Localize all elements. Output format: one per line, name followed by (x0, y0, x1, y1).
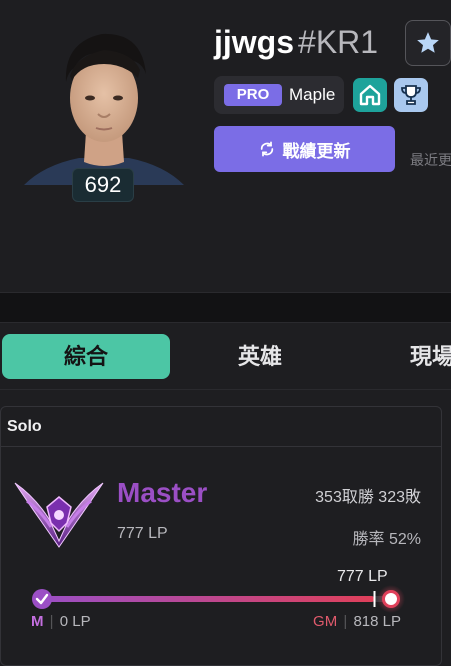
master-emblem-icon (14, 482, 104, 548)
player-photo (24, 33, 184, 185)
summoner-name: jjwgs #KR1 (214, 24, 378, 61)
end-tier: GM (313, 613, 338, 630)
end-lp: 818 LP (353, 613, 401, 630)
solo-rank-card: Solo Master 777 LP 353取勝 323敗 勝率 52% 777… (0, 406, 442, 666)
win-loss-record: 353取勝 323敗 (315, 489, 421, 506)
progress-marker (373, 591, 376, 607)
last-updated-label: 最近更 (410, 152, 451, 168)
star-icon (417, 32, 439, 53)
tier-name: Master (117, 477, 208, 508)
summoner-game-name: jjwgs (214, 24, 295, 60)
progress-start-label: M | 0 LP (31, 613, 91, 630)
house-icon (359, 84, 381, 106)
avatar: 692 (24, 20, 184, 202)
team-button[interactable] (353, 78, 387, 112)
refresh-icon (260, 141, 273, 157)
pro-pill[interactable]: PRO Maple (214, 76, 344, 114)
master-node-icon (32, 589, 52, 609)
start-tier: M (31, 613, 44, 630)
tab-bar: 綜合 英雄 現場 (0, 322, 451, 390)
start-lp: 0 LP (59, 613, 91, 630)
trophy-button[interactable] (394, 78, 428, 112)
card-header: Solo (1, 407, 441, 447)
trophy-icon (401, 85, 421, 105)
pro-badge: PRO (224, 84, 282, 106)
progress-fill (42, 596, 375, 602)
summoner-tag: #KR1 (298, 24, 379, 60)
tier-lp: 777 LP (117, 525, 168, 542)
tab-live-game[interactable]: 現場 (380, 334, 451, 379)
queue-title: Solo (7, 418, 42, 435)
pro-team-name: Maple (289, 85, 336, 104)
tab-champions[interactable]: 英雄 (185, 334, 335, 379)
win-rate: 勝率 52% (352, 531, 421, 548)
section-divider (0, 292, 451, 322)
profile-header: 692 jjwgs #KR1 PRO Maple 戰績更新 最近更 (0, 0, 451, 292)
favorite-button[interactable] (405, 20, 451, 66)
level-badge: 692 (72, 168, 134, 202)
lp-progress-bar (32, 585, 405, 613)
tab-overview[interactable]: 綜合 (2, 334, 170, 379)
progress-current-lp: 777 LP (337, 568, 388, 585)
update-records-button[interactable]: 戰績更新 (214, 126, 395, 172)
progress-end-label: GM | 818 LP (313, 613, 401, 630)
update-label: 戰績更新 (282, 141, 351, 161)
